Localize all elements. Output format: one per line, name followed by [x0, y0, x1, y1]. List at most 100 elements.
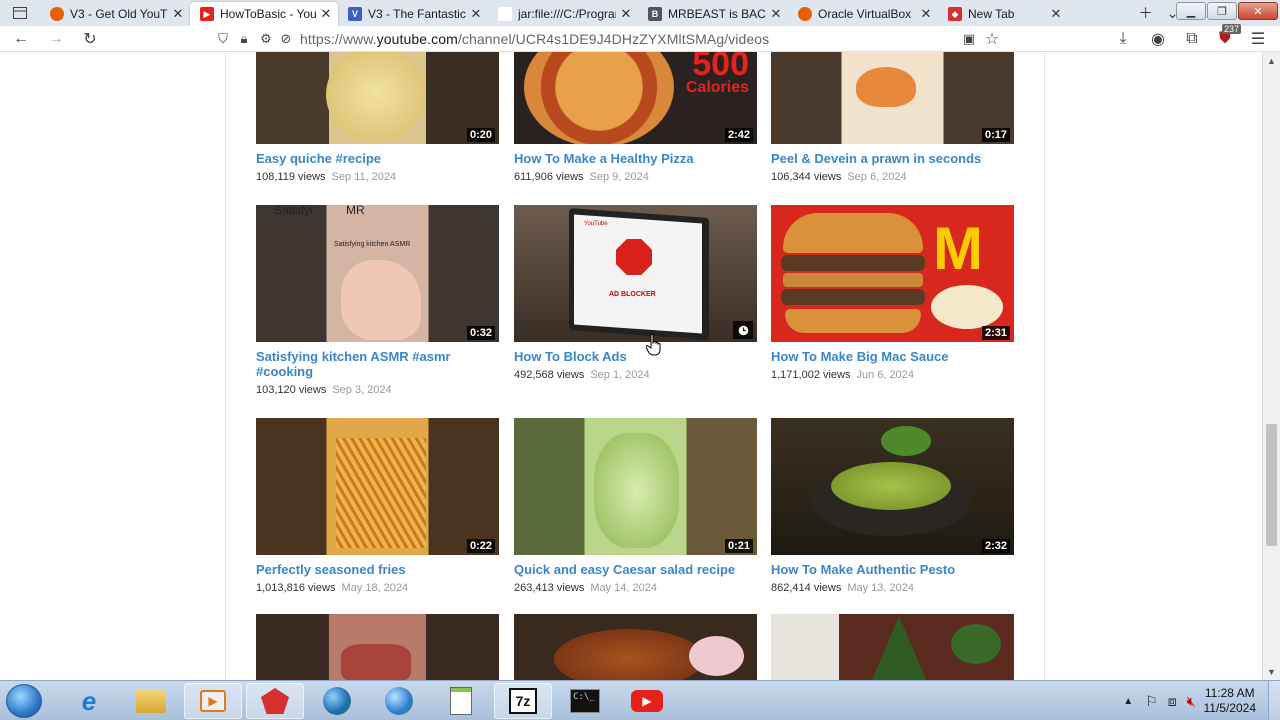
system-tray: ▲ ⚐ ⧈ 🔇︎ 11:28 AM 11/5/2024	[1123, 681, 1280, 720]
video-card[interactable]: 0:17 Peel & Devein a prawn in seconds 10…	[771, 52, 1014, 183]
video-title[interactable]: How To Make Big Mac Sauce	[771, 349, 1014, 364]
video-title[interactable]: Perfectly seasoned fries	[256, 562, 499, 577]
system-clock[interactable]: 11:28 AM 11/5/2024	[1204, 686, 1257, 716]
permissions-icon[interactable]: ⚙	[255, 28, 277, 50]
internet-explorer-icon[interactable]: e	[60, 683, 118, 719]
tab-5[interactable]: Oracle VirtualBox ✕	[788, 2, 938, 26]
video-thumbnail[interactable]: 0:21	[514, 418, 757, 555]
restore-icon[interactable]: ❐	[1207, 2, 1237, 20]
video-thumbnail[interactable]: 0:17	[771, 52, 1014, 144]
network-icon[interactable]: ⧈	[1168, 693, 1177, 710]
new-tab-plus-icon[interactable]: ＋	[1139, 3, 1153, 23]
picture-in-picture-icon[interactable]: ▣	[958, 28, 980, 50]
browser-app-icon[interactable]	[246, 683, 304, 719]
action-center-flag-icon[interactable]: ⚐	[1145, 693, 1158, 710]
notepad-icon[interactable]	[432, 683, 490, 719]
tab-0[interactable]: V3 - Get Old YouT ✕	[40, 2, 190, 26]
video-title[interactable]: How To Make Authentic Pesto	[771, 562, 1014, 577]
bookmark-star-icon[interactable]: ☆	[981, 28, 1003, 50]
extensions-icon[interactable]: ⧉	[1181, 28, 1203, 50]
video-thumbnail[interactable]: 0:20	[256, 52, 499, 144]
volume-muted-icon[interactable]: 🔇︎	[1187, 693, 1196, 710]
video-thumbnail[interactable]	[256, 614, 499, 680]
shield-icon[interactable]: ⛉	[212, 28, 234, 50]
youtube-app-icon[interactable]: ▶	[618, 683, 676, 719]
globe-app-icon[interactable]	[308, 683, 366, 719]
video-card[interactable]: YouTube AD BLOCKER How To Block Ads 492,…	[514, 205, 757, 381]
media-player-icon[interactable]: ▶	[184, 683, 242, 719]
video-meta: 103,120 views Sep 3, 2024	[256, 384, 392, 396]
scrollbar-thumb[interactable]	[1266, 424, 1277, 546]
video-card[interactable]	[256, 614, 499, 680]
video-thumbnail[interactable]: Satisfyi MR Satisfying kitchen ASMR 0:32	[256, 205, 499, 342]
tab-1[interactable]: ▶ HowToBasic - You ✕	[190, 2, 338, 26]
downloads-icon[interactable]: ⤓	[1112, 28, 1134, 50]
video-meta: 1,013,816 views May 18, 2024	[256, 582, 409, 594]
video-card[interactable]	[771, 614, 1014, 680]
tracking-blocked-icon[interactable]: ⊘	[275, 28, 297, 50]
video-title[interactable]: Satisfying kitchen ASMR #asmr #cooking	[256, 349, 499, 379]
back-arrow-icon[interactable]: ←	[10, 28, 32, 50]
video-thumbnail[interactable]	[514, 614, 757, 680]
scroll-down-arrow-icon[interactable]: ▼	[1263, 663, 1280, 680]
video-title[interactable]: How To Make a Healthy Pizza	[514, 151, 757, 166]
close-window-icon[interactable]: ✕	[1238, 2, 1278, 20]
chicken-shape	[554, 629, 704, 680]
close-tab-icon[interactable]: ✕	[470, 6, 482, 22]
account-icon[interactable]: ◉	[1147, 28, 1169, 50]
video-card[interactable]: Satisfyi MR Satisfying kitchen ASMR 0:32…	[256, 205, 499, 396]
video-meta: 862,414 views May 13, 2024	[771, 582, 914, 594]
close-tab-icon[interactable]: ✕	[920, 6, 932, 22]
page-scrollbar[interactable]: ▲ ▼	[1262, 52, 1280, 680]
pizza-shape	[524, 52, 674, 144]
video-thumbnail[interactable]: 0:22	[256, 418, 499, 555]
video-card[interactable]	[514, 614, 757, 680]
close-tab-icon[interactable]: ✕	[770, 6, 782, 22]
tab-2[interactable]: V V3 - The Fantastic ✕	[338, 2, 488, 26]
tab-strip: V3 - Get Old YouT ✕ ▶ HowToBasic - You ✕…	[0, 0, 1280, 26]
file-explorer-icon[interactable]	[122, 683, 180, 719]
new-tab-icon: ◆	[948, 7, 962, 21]
video-card[interactable]: 2:32 How To Make Authentic Pesto 862,414…	[771, 418, 1014, 594]
video-thumbnail[interactable]: 2:32	[771, 418, 1014, 555]
watch-later-clock-icon[interactable]	[733, 321, 753, 339]
close-tab-icon[interactable]: ✕	[172, 6, 184, 22]
close-tab-icon[interactable]: ✕	[620, 6, 632, 22]
video-card[interactable]: M 2:31 How To Make Big Mac Sauce 1,171,0…	[771, 205, 1014, 381]
tab-list-menu-icon[interactable]	[0, 0, 40, 26]
video-thumbnail[interactable]: M 2:31	[771, 205, 1014, 342]
sauce-bowl-shape	[931, 285, 1003, 329]
video-card[interactable]: 0:22 Perfectly seasoned fries 1,013,816 …	[256, 418, 499, 594]
reload-icon[interactable]: ↻	[79, 28, 101, 50]
url-bar[interactable]: https://www.youtube.com/channel/UCR4s1DE…	[300, 31, 769, 47]
duration-badge: 0:21	[724, 539, 753, 553]
start-button-windows-icon[interactable]	[6, 684, 42, 718]
tab-4[interactable]: B MRBEAST is BACK ✕	[638, 2, 788, 26]
command-prompt-icon[interactable]: C:\_	[556, 683, 614, 719]
video-title[interactable]: Easy quiche #recipe	[256, 151, 499, 166]
video-title[interactable]: How To Block Ads	[514, 349, 757, 364]
video-thumbnail[interactable]: YouTube AD BLOCKER	[514, 205, 757, 342]
video-title[interactable]: Quick and easy Caesar salad recipe	[514, 562, 757, 577]
tab-6[interactable]: ◆ New Tab ✕	[938, 2, 1068, 26]
globe-download-icon[interactable]	[370, 683, 428, 719]
minimize-icon[interactable]: ▁	[1176, 2, 1206, 20]
video-thumbnail[interactable]: 500 Calories 2:42	[514, 52, 757, 144]
7zip-icon[interactable]: 7z	[494, 683, 552, 719]
tab-3[interactable]: jar:file:///C:/Program ✕	[488, 2, 638, 26]
video-card[interactable]: 0:20 Easy quiche #recipe 108,119 views Se…	[256, 52, 499, 183]
show-hidden-icons-arrow-icon[interactable]: ▲	[1123, 696, 1133, 707]
hand-cursor-icon	[645, 334, 662, 356]
lock-icon[interactable]: 🔒︎	[233, 28, 255, 50]
menu-icon[interactable]: ☰	[1247, 28, 1269, 50]
video-card[interactable]: 500 Calories 2:42 How To Make a Healthy …	[514, 52, 757, 183]
thumb-text: AD BLOCKER	[609, 291, 656, 298]
close-tab-icon[interactable]: ✕	[320, 6, 332, 22]
forward-arrow-icon[interactable]: →	[45, 28, 67, 50]
scroll-up-arrow-icon[interactable]: ▲	[1263, 52, 1280, 69]
close-tab-icon[interactable]: ✕	[1050, 6, 1062, 22]
show-desktop-button[interactable]	[1268, 681, 1280, 720]
video-title[interactable]: Peel & Devein a prawn in seconds	[771, 151, 1014, 166]
video-card[interactable]: 0:21 Quick and easy Caesar salad recipe …	[514, 418, 757, 594]
video-thumbnail[interactable]	[771, 614, 1014, 680]
